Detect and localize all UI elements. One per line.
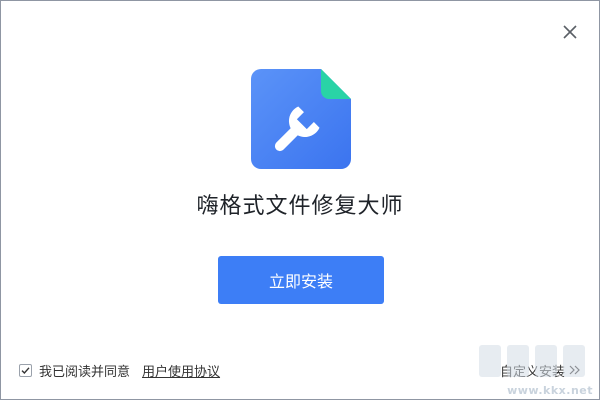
app-logo-icon — [251, 69, 351, 169]
watermark-text: www.kkx.net — [507, 384, 593, 397]
agreement-text: 我已阅读并同意 — [39, 364, 131, 380]
install-now-button[interactable]: 立即安装 — [218, 256, 384, 304]
custom-install-button[interactable]: 自定义安装 — [499, 361, 581, 380]
agreement-row: 我已阅读并同意 用户使用协议 — [19, 361, 220, 380]
custom-install-label: 自定义安装 — [499, 364, 565, 380]
agreement-checkbox[interactable] — [19, 363, 32, 377]
close-icon[interactable] — [559, 21, 581, 43]
user-agreement-link[interactable]: 用户使用协议 — [142, 361, 220, 380]
app-title: 嗨格式文件修复大师 — [196, 194, 404, 219]
installer-window: 嗨格式文件修复大师 立即安装 我已阅读并同意 用户使用协议 自定义安装 www.… — [0, 0, 600, 400]
double-chevron-right-icon — [569, 365, 580, 375]
